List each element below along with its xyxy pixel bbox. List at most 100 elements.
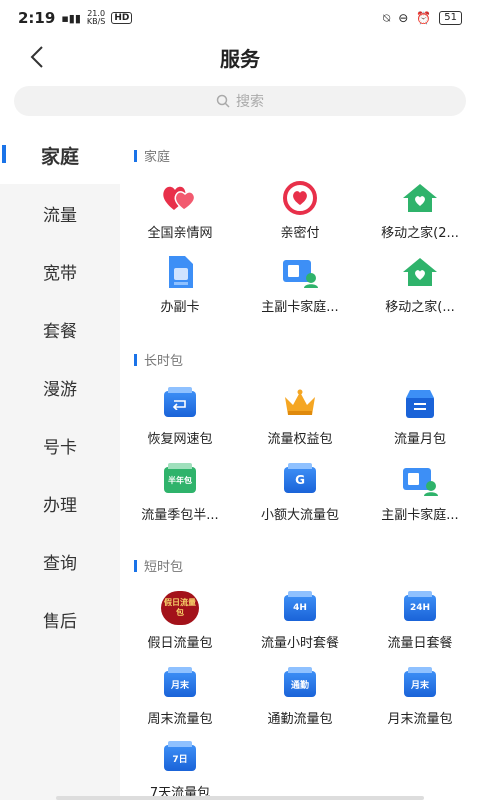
signal-icon: ▪▮▮ [61,11,81,25]
sidebar-item-data[interactable]: 流量 [0,184,120,242]
section-marker [134,149,137,162]
service-label: 通勤流量包 [267,712,333,727]
service-item[interactable]: 亲密付 [240,180,360,250]
service-item[interactable]: 月末 周末流量包 [120,666,240,736]
service-item[interactable]: 半年包 流量季包半... [120,462,240,532]
service-item[interactable]: 主副卡家庭... [360,462,480,532]
header: 服务 [0,36,480,78]
chevron-left-icon [30,46,43,68]
net-speed: 21.0 KB/S [87,10,106,26]
holiday-icon: 假日流量包 [160,590,200,626]
net-speed-unit: KB/S [86,17,106,26]
section-title-text: 家庭 [144,150,171,165]
icon-badge-text: 月末 [404,667,436,697]
icon-badge-text: 月末 [164,667,196,697]
sidebar-item-aftersales[interactable]: 售后 [0,590,120,648]
service-label: 主副卡家庭... [261,300,339,315]
status-bar: 2:19 ▪▮▮ 21.0 KB/S HD ⍉ ⊖ ⏰ 51 [0,0,480,36]
service-item[interactable]: G 小额大流量包 [240,462,360,532]
service-item[interactable]: 假日流量包 假日流量包 [120,590,240,660]
service-label: 全国亲情网 [147,226,213,241]
sidebar-item-label: 套餐 [43,321,77,342]
status-left: 2:19 ▪▮▮ 21.0 KB/S HD [18,9,133,27]
status-right: ⍉ ⊖ ⏰ 51 [383,11,462,26]
service-item[interactable]: 4H 流量小时套餐 [240,590,360,660]
service-item[interactable]: 流量月包 [360,386,480,456]
service-item[interactable]: 月末 月末流量包 [360,666,480,736]
service-label: 流量权益包 [267,432,333,447]
crown-icon [280,386,320,422]
vibrate-icon: ⍉ [383,10,391,25]
hd-badge: HD [111,12,133,24]
sidebar-item-sim[interactable]: 号卡 [0,416,120,474]
service-label: 流量小时套餐 [260,636,339,651]
sidebar-item-label: 宽带 [43,263,77,284]
service-item[interactable]: 主副卡家庭... [240,254,360,324]
service-item[interactable]: 全国亲情网 [120,180,240,250]
service-item[interactable]: 24H 流量日套餐 [360,590,480,660]
section-title-family: 家庭 [134,146,170,165]
section-title-text: 短时包 [144,560,184,575]
alarm-icon: ⏰ [416,11,432,25]
seven-day-card-icon: 7日 [160,740,200,776]
service-label: 恢复网速包 [147,432,213,447]
sidebar-item-handle[interactable]: 办理 [0,474,120,532]
search-input[interactable]: 搜索 [14,86,466,116]
icon-badge-text: 24H [404,591,436,621]
sidebar-item-roaming[interactable]: 漫游 [0,358,120,416]
hour-card-icon: 4H [280,590,320,626]
service-label: 假日流量包 [147,636,213,651]
service-item[interactable]: 7日 7天流量包 [120,740,240,800]
g-card-icon: G [280,462,320,498]
section-marker [134,353,137,366]
sidebar-item-label: 办理 [43,495,77,516]
sidebar-item-query[interactable]: 查询 [0,532,120,590]
service-label: 流量日套餐 [387,636,453,651]
service-content: 家庭 全国亲情网 亲密付 移动之家(2... 办副卡 主副卡家庭... 移动之家… [120,126,480,800]
scroll-indicator [56,796,424,800]
section-marker [134,559,137,572]
icon-badge-text: 半年包 [164,463,196,493]
section-title-long: 长时包 [134,350,183,369]
service-item[interactable]: 恢复网速包 [120,386,240,456]
status-time: 2:19 [18,9,56,27]
icon-badge-text: 通勤 [284,667,316,697]
service-label: 移动之家(... [385,300,455,315]
service-label: 流量季包半... [141,508,219,523]
half-year-icon: 半年包 [160,462,200,498]
sidebar-item-label: 售后 [43,611,77,632]
service-label: 主副卡家庭... [381,508,459,523]
heart-circle-icon [280,180,320,216]
icon-badge-text: 7日 [164,741,196,771]
sidebar-item-broadband[interactable]: 宽带 [0,242,120,300]
service-item[interactable]: 办副卡 [120,254,240,324]
section-title-text: 长时包 [144,354,184,369]
sim-user-icon [280,254,320,290]
service-item[interactable]: 流量权益包 [240,386,360,456]
lock-icon: ⊖ [398,11,409,25]
sidebar-item-plan[interactable]: 套餐 [0,300,120,358]
back-button[interactable] [22,42,52,72]
service-item[interactable]: 移动之家(2... [360,180,480,250]
icon-badge-text: 4H [284,591,316,621]
service-label: 办副卡 [160,300,200,315]
month-end-card-icon: 月末 [400,666,440,702]
icon-badge-text: G [284,463,316,493]
service-item[interactable]: 移动之家(... [360,254,480,324]
sim-user-icon [400,462,440,498]
commute-card-icon: 通勤 [280,666,320,702]
restore-icon [160,386,200,422]
battery-icon: 51 [439,11,462,25]
service-item[interactable]: 通勤 通勤流量包 [240,666,360,736]
search-icon [216,94,230,108]
sidebar-item-label: 查询 [43,553,77,574]
icon-badge-text: 假日流量包 [161,591,199,625]
sidebar-item-family[interactable]: 家庭 [0,126,120,184]
weekend-card-icon: 月末 [160,666,200,702]
service-label: 移动之家(2... [381,226,459,241]
box-icon [400,386,440,422]
sidebar-item-label: 号卡 [43,437,77,458]
hearts-icon [160,180,200,216]
service-label: 流量月包 [393,432,446,447]
service-label: 小额大流量包 [260,508,339,523]
